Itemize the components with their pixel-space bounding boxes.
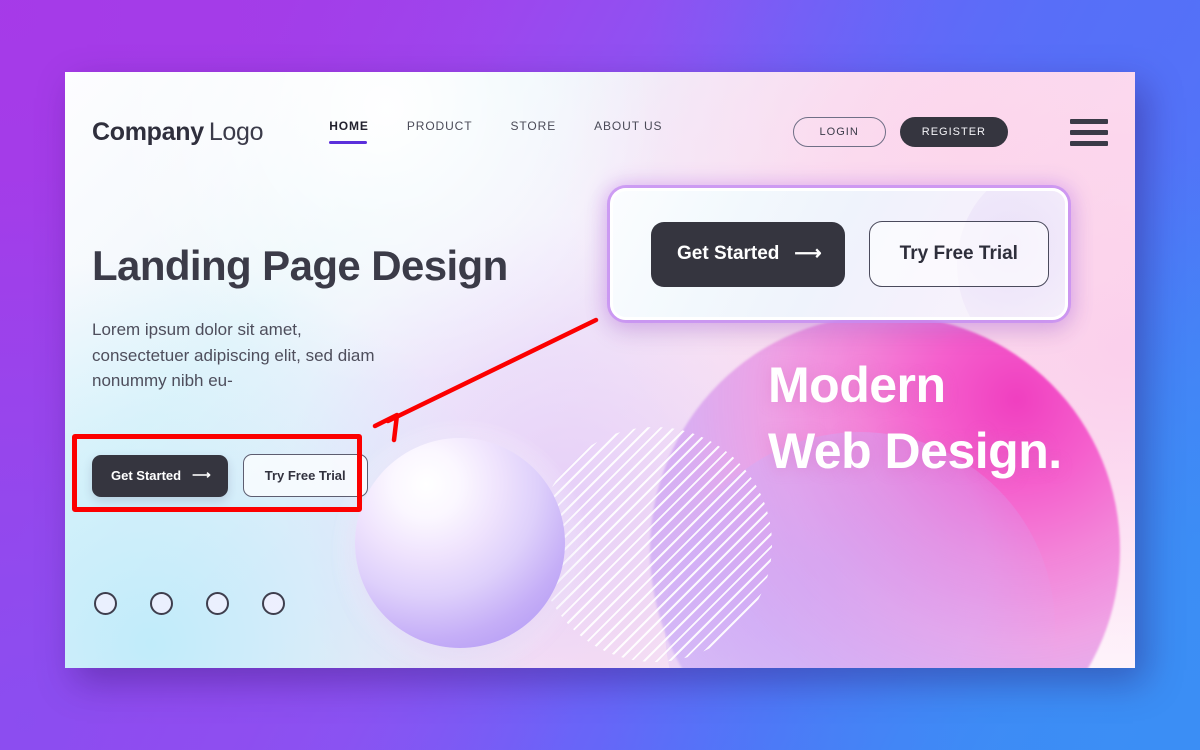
callout-get-started-button[interactable]: Get Started ⟶: [651, 221, 845, 287]
screenshot-root: Company Logo HOME PRODUCT STORE ABOUT US …: [0, 0, 1200, 750]
page-title: Landing Page Design: [92, 242, 508, 289]
magnified-callout-panel: Get Started ⟶ Try Free Trial: [610, 188, 1068, 320]
nav-item-home[interactable]: HOME: [329, 119, 369, 145]
carousel-indicators: [94, 592, 285, 615]
nav-item-product[interactable]: PRODUCT: [407, 119, 473, 145]
nav-item-about-us[interactable]: ABOUT US: [594, 119, 662, 145]
brand-logo-light: Logo: [208, 117, 264, 146]
hero-section: Landing Page Design Lorem ipsum dolor si…: [92, 242, 562, 394]
carousel-dot-3[interactable]: [206, 592, 229, 615]
callout-get-started-label: Get Started: [677, 243, 780, 264]
brand-logo-strong: Company: [92, 117, 204, 146]
get-started-button[interactable]: Get Started ⟶: [92, 454, 228, 497]
callout-try-free-trial-button[interactable]: Try Free Trial: [868, 221, 1049, 287]
callout-arrow-right-icon: ⟶: [794, 242, 821, 264]
landing-page-card: Company Logo HOME PRODUCT STORE ABOUT US …: [65, 72, 1135, 668]
hamburger-icon[interactable]: [1070, 118, 1108, 146]
register-button[interactable]: REGISTER: [899, 117, 1008, 147]
nav-item-store[interactable]: STORE: [510, 119, 556, 145]
hamburger-bar-1: [1070, 118, 1108, 124]
main-navigation: HOME PRODUCT STORE ABOUT US: [329, 119, 662, 145]
hero-cta-row: Get Started ⟶ Try Free Trial: [92, 454, 368, 497]
hamburger-bar-2: [1070, 129, 1108, 135]
header-actions: LOGIN REGISTER: [792, 117, 1108, 147]
get-started-label: Get Started: [111, 468, 182, 483]
display-headline: Modern Web Design.: [768, 352, 1062, 484]
sphere-glow: [333, 420, 588, 668]
carousel-dot-4[interactable]: [262, 592, 285, 615]
brand-logo[interactable]: Company Logo: [92, 117, 264, 147]
try-free-trial-button[interactable]: Try Free Trial: [242, 454, 368, 497]
carousel-dot-2[interactable]: [150, 592, 173, 615]
hatched-circle-pattern: [537, 427, 772, 662]
hero-subtitle: Lorem ipsum dolor sit amet, consectetuer…: [92, 320, 375, 391]
display-headline-line-2: Web Design.: [768, 423, 1062, 479]
carousel-dot-1[interactable]: [94, 592, 117, 615]
site-header: Company Logo HOME PRODUCT STORE ABOUT US …: [65, 72, 1135, 192]
hamburger-bar-3: [1070, 140, 1108, 146]
login-button[interactable]: LOGIN: [792, 117, 886, 147]
arrow-right-icon: ⟶: [192, 466, 211, 482]
purple-sphere: [355, 438, 565, 648]
display-headline-line-1: Modern: [768, 357, 946, 413]
